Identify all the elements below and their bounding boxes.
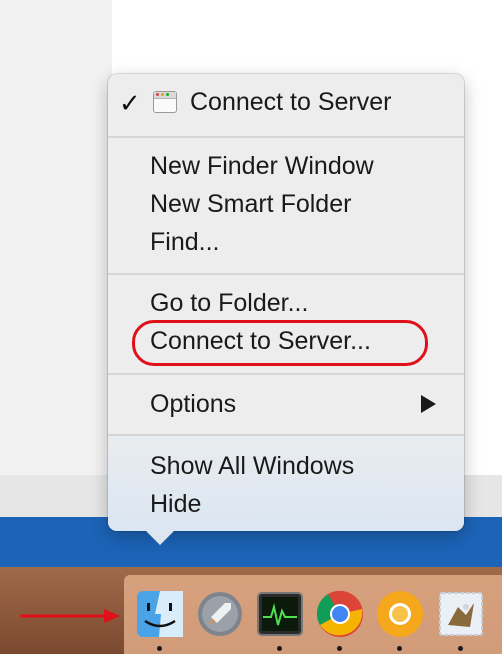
chrome-icon[interactable] (315, 589, 365, 639)
menu-item-new-smart-folder[interactable]: New Smart Folder (150, 189, 351, 219)
chrome-canary-icon[interactable] (375, 589, 425, 639)
window-icon (153, 91, 177, 113)
checkmark-icon: ✓ (119, 88, 141, 118)
menu-separator (108, 273, 464, 275)
menu-separator (108, 136, 464, 138)
activity-monitor-running-dot (277, 646, 282, 651)
menu-separator (108, 373, 464, 375)
menu-item-find[interactable]: Find... (150, 227, 219, 257)
mail-running-dot (458, 646, 463, 651)
submenu-arrow-icon (421, 395, 436, 413)
menu-item-current-window[interactable]: Connect to Server (190, 87, 392, 117)
finder-icon[interactable] (135, 589, 185, 639)
menu-separator (108, 434, 464, 436)
highlight-outline (132, 320, 428, 366)
annotation-arrow (20, 609, 120, 623)
background-window (0, 0, 112, 475)
chrome-running-dot (337, 646, 342, 651)
activity-monitor-icon[interactable] (255, 589, 305, 639)
menu-item-hide[interactable]: Hide (150, 489, 201, 519)
launchpad-icon[interactable] (195, 589, 245, 639)
dock-context-menu: ✓ Connect to Server New Finder Window Ne… (108, 74, 464, 545)
menu-item-new-finder-window[interactable]: New Finder Window (150, 151, 374, 181)
menu-item-options[interactable]: Options (150, 389, 236, 419)
menu-item-go-to-folder[interactable]: Go to Folder... (150, 288, 308, 318)
finder-running-dot (157, 646, 162, 651)
chrome-canary-running-dot (397, 646, 402, 651)
mail-icon[interactable] (436, 589, 486, 639)
menu-item-show-all-windows[interactable]: Show All Windows (150, 451, 354, 481)
